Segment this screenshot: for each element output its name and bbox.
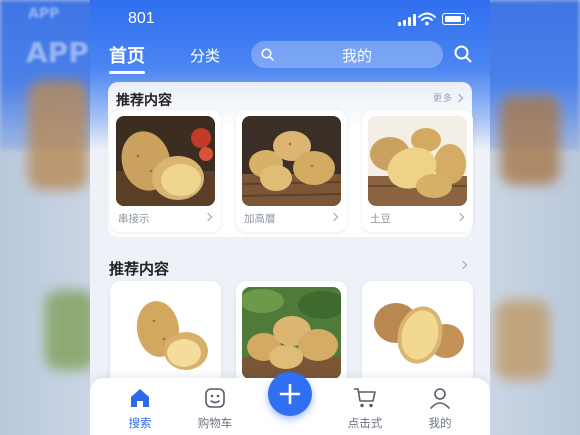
signal-icon bbox=[398, 14, 416, 26]
tab-home[interactable]: 首页 bbox=[109, 42, 145, 74]
tab-label: 购物车 bbox=[197, 416, 233, 430]
background-app-title-large: APP bbox=[26, 36, 89, 69]
product-label: 土豆 bbox=[370, 213, 391, 225]
more-link[interactable]: 更多 bbox=[432, 91, 464, 104]
tab-cart[interactable]: 购物车 bbox=[180, 378, 250, 435]
more-label: 更多 bbox=[432, 94, 453, 104]
product-card[interactable] bbox=[362, 281, 473, 391]
product-label: 加高層 bbox=[244, 213, 276, 225]
chevron-right-icon bbox=[203, 212, 213, 222]
search-box[interactable]: 我的 bbox=[251, 41, 443, 68]
tab-label: 点击式 bbox=[347, 416, 383, 430]
product-card[interactable]: 土豆 bbox=[362, 110, 473, 232]
background-image bbox=[28, 80, 88, 190]
tab-category[interactable]: 分类 bbox=[190, 45, 220, 66]
product-image bbox=[116, 287, 215, 379]
product-image bbox=[368, 287, 467, 379]
shopping-bag-icon bbox=[205, 388, 225, 408]
tab-search[interactable]: 搜索 bbox=[105, 378, 175, 435]
cart-icon bbox=[354, 388, 376, 408]
tab-label: 搜索 bbox=[128, 416, 152, 430]
background-image bbox=[500, 95, 560, 185]
search-label: 我的 bbox=[341, 47, 372, 65]
home-icon bbox=[131, 389, 149, 407]
plus-icon bbox=[279, 383, 301, 405]
user-icon bbox=[430, 388, 450, 409]
search-icon[interactable] bbox=[454, 45, 472, 63]
chevron-right-icon bbox=[329, 212, 339, 222]
tab-click[interactable]: 点击式 bbox=[330, 378, 400, 435]
add-button[interactable] bbox=[268, 372, 312, 416]
tab-profile[interactable]: 我的 bbox=[405, 378, 475, 435]
product-image bbox=[368, 116, 467, 206]
product-label: 串接示 bbox=[118, 213, 150, 225]
phone-screen: 801 首页 分类 我的 推荐内容 更多 串接示 加高層 土豆 推荐内容 搜索 … bbox=[90, 0, 490, 435]
background-image bbox=[45, 290, 95, 370]
background-image bbox=[495, 300, 550, 380]
product-card[interactable]: 加高層 bbox=[236, 110, 347, 232]
product-card[interactable] bbox=[110, 281, 221, 391]
chevron-right-icon[interactable] bbox=[458, 260, 468, 270]
chevron-right-icon bbox=[455, 212, 465, 222]
status-time: 801 bbox=[128, 10, 155, 27]
product-image bbox=[242, 287, 341, 379]
chevron-right-icon bbox=[454, 93, 464, 102]
battery-icon bbox=[442, 13, 469, 25]
tab-label: 我的 bbox=[428, 416, 452, 430]
product-card[interactable]: 串接示 bbox=[110, 110, 221, 232]
wifi-icon bbox=[418, 12, 436, 26]
section-title: 推荐内容 bbox=[116, 93, 172, 109]
background-app-title: APP bbox=[28, 6, 60, 22]
section-title: 推荐内容 bbox=[109, 260, 170, 278]
product-image bbox=[242, 116, 341, 206]
product-image bbox=[116, 116, 215, 206]
status-bar: 801 bbox=[90, 10, 490, 30]
top-nav: 首页 分类 我的 bbox=[90, 40, 490, 74]
